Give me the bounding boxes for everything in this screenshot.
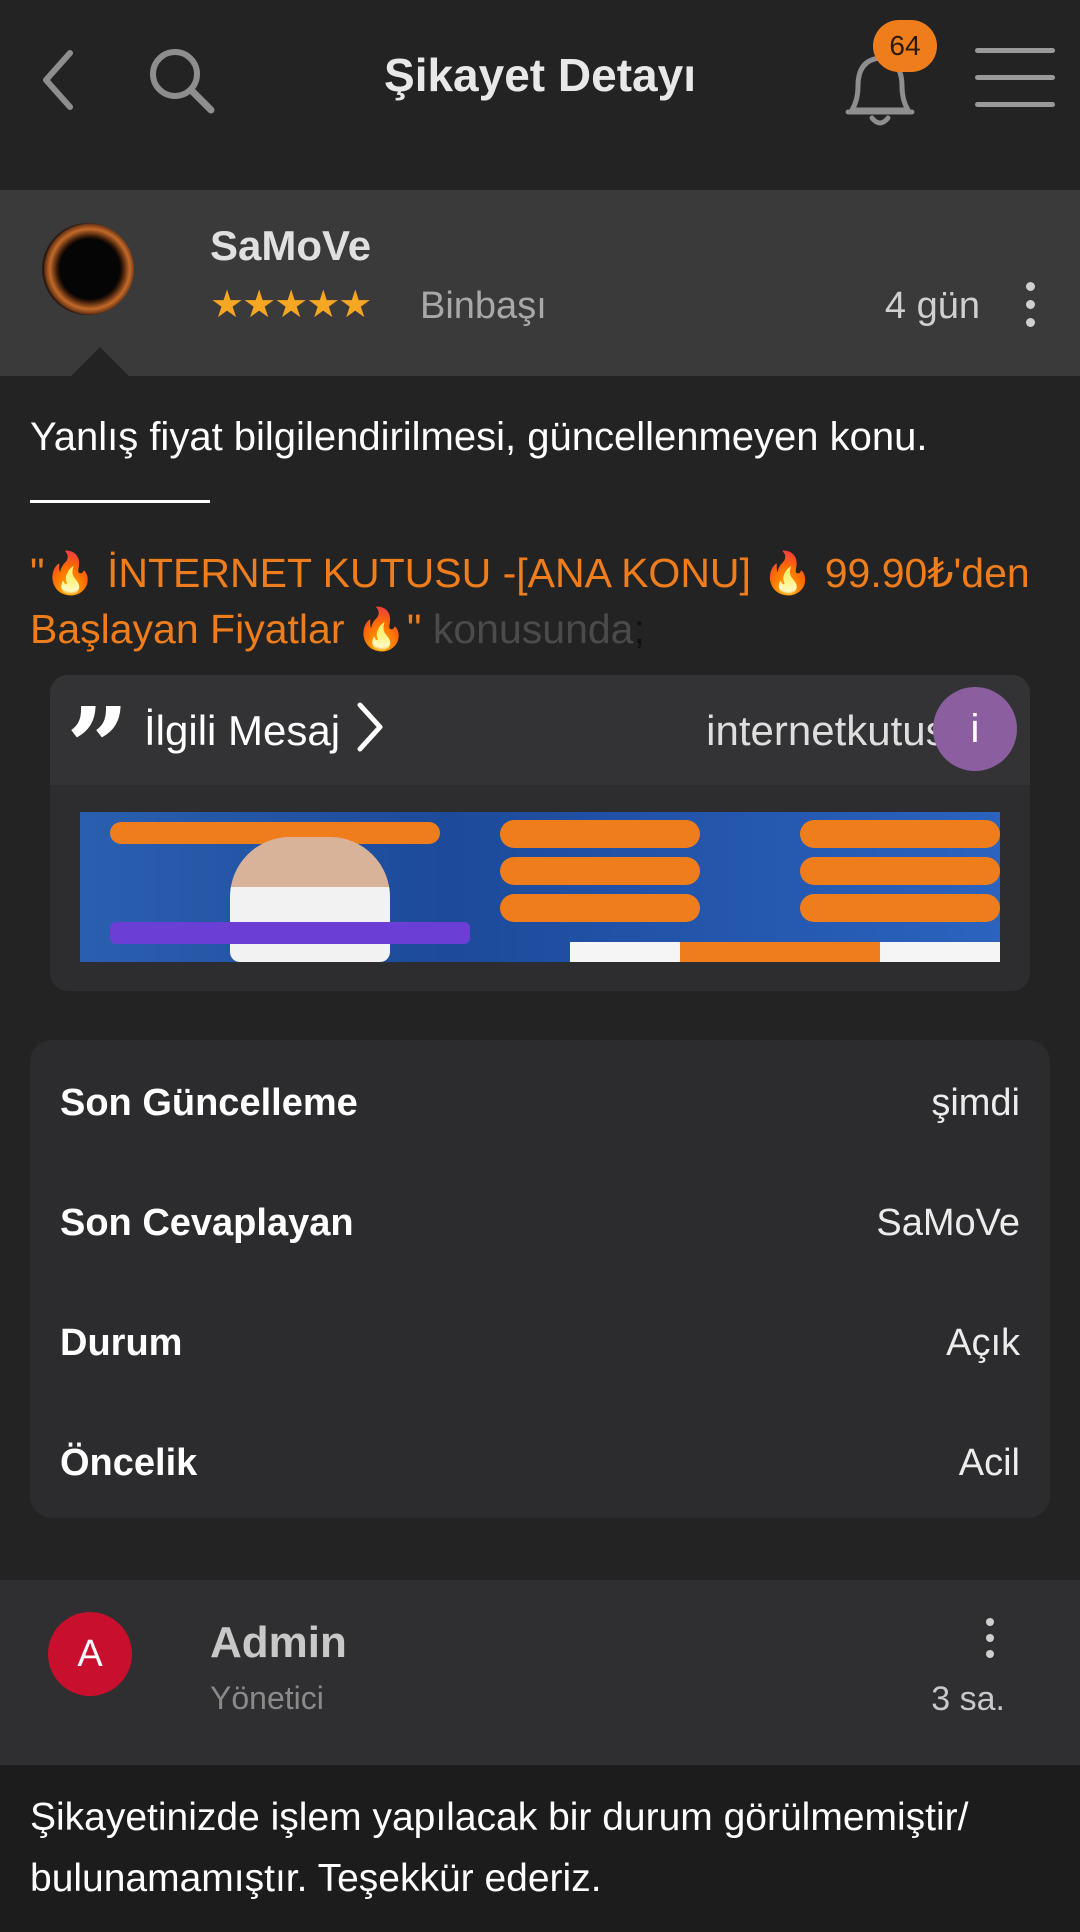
hamburger-menu-icon[interactable] <box>975 48 1055 108</box>
related-message-user[interactable]: internetkutusu <box>610 707 970 755</box>
related-message-header[interactable]: ” İlgili Mesaj internetkutusu i <box>50 675 1030 803</box>
reply-more-options-icon[interactable] <box>975 1618 1005 1678</box>
notification-badge[interactable]: 64 <box>873 20 937 72</box>
info-row-status: Durum Açık <box>60 1322 1020 1382</box>
info-row-last-update: Son Güncelleme şimdi <box>60 1082 1020 1142</box>
back-icon[interactable] <box>40 45 80 115</box>
info-value: şimdi <box>931 1082 1020 1124</box>
post-time: 4 gün <box>884 285 980 327</box>
complaint-info-table: Son Güncelleme şimdi Son Cevaplayan SaMo… <box>30 1040 1050 1518</box>
post-username[interactable]: SaMoVe <box>210 222 371 270</box>
reply-header: A Admin Yönetici 3 sa. <box>0 1580 1080 1765</box>
divider <box>30 500 210 503</box>
reply-text: Şikayetinizde işlem yapılacak bir durum … <box>30 1796 969 1900</box>
info-key: Son Cevaplayan <box>60 1202 354 1244</box>
info-value[interactable]: SaMoVe <box>876 1202 1020 1245</box>
reply-user-role: Yönetici <box>210 1680 324 1716</box>
post-title: Yanlış fiyat bilgilendirilmesi, güncelle… <box>30 415 928 459</box>
reply-username[interactable]: Admin <box>210 1618 347 1668</box>
chevron-right-icon[interactable] <box>350 697 390 757</box>
post-pointer <box>70 347 130 377</box>
quote-icon: ” <box>66 683 130 812</box>
top-bar: Şikayet Detayı 64 <box>0 0 1080 160</box>
page-title: Şikayet Detayı <box>384 49 696 101</box>
info-key: Durum <box>60 1322 183 1364</box>
topic-semicolon: ; <box>633 606 645 652</box>
reply-time: 3 sa. <box>931 1680 1005 1718</box>
info-row-priority: Öncelik Acil <box>60 1442 1020 1502</box>
info-value: Açık <box>946 1322 1020 1364</box>
avatar[interactable]: A <box>48 1612 132 1696</box>
related-topic[interactable]: "🔥 İNTERNET KUTUSU -[ANA KONU] 🔥 99.90₺'… <box>30 545 1050 657</box>
topic-suffix: konusunda <box>421 606 634 652</box>
related-message-label[interactable]: İlgili Mesaj <box>144 707 340 755</box>
info-key: Son Güncelleme <box>60 1082 358 1124</box>
related-message-card[interactable]: ” İlgili Mesaj internetkutusu i <box>50 675 1030 991</box>
rating-stars-icon: ★★★★★ <box>210 284 372 326</box>
reply-body: Şikayetinizde işlem yapılacak bir durum … <box>0 1765 1080 1932</box>
search-icon[interactable] <box>145 44 220 119</box>
info-value: Acil <box>958 1442 1020 1484</box>
post-more-options-icon[interactable] <box>1015 282 1045 342</box>
user-rank: Binbaşı <box>420 285 547 327</box>
related-user-avatar[interactable]: i <box>933 687 1017 771</box>
ad-banner-image[interactable] <box>80 812 1000 962</box>
avatar[interactable] <box>42 223 134 315</box>
info-row-last-replier: Son Cevaplayan SaMoVe <box>60 1202 1020 1262</box>
post-header: SaMoVe ★★★★★ Binbaşı 4 gün <box>0 190 1080 376</box>
info-key: Öncelik <box>60 1442 198 1484</box>
